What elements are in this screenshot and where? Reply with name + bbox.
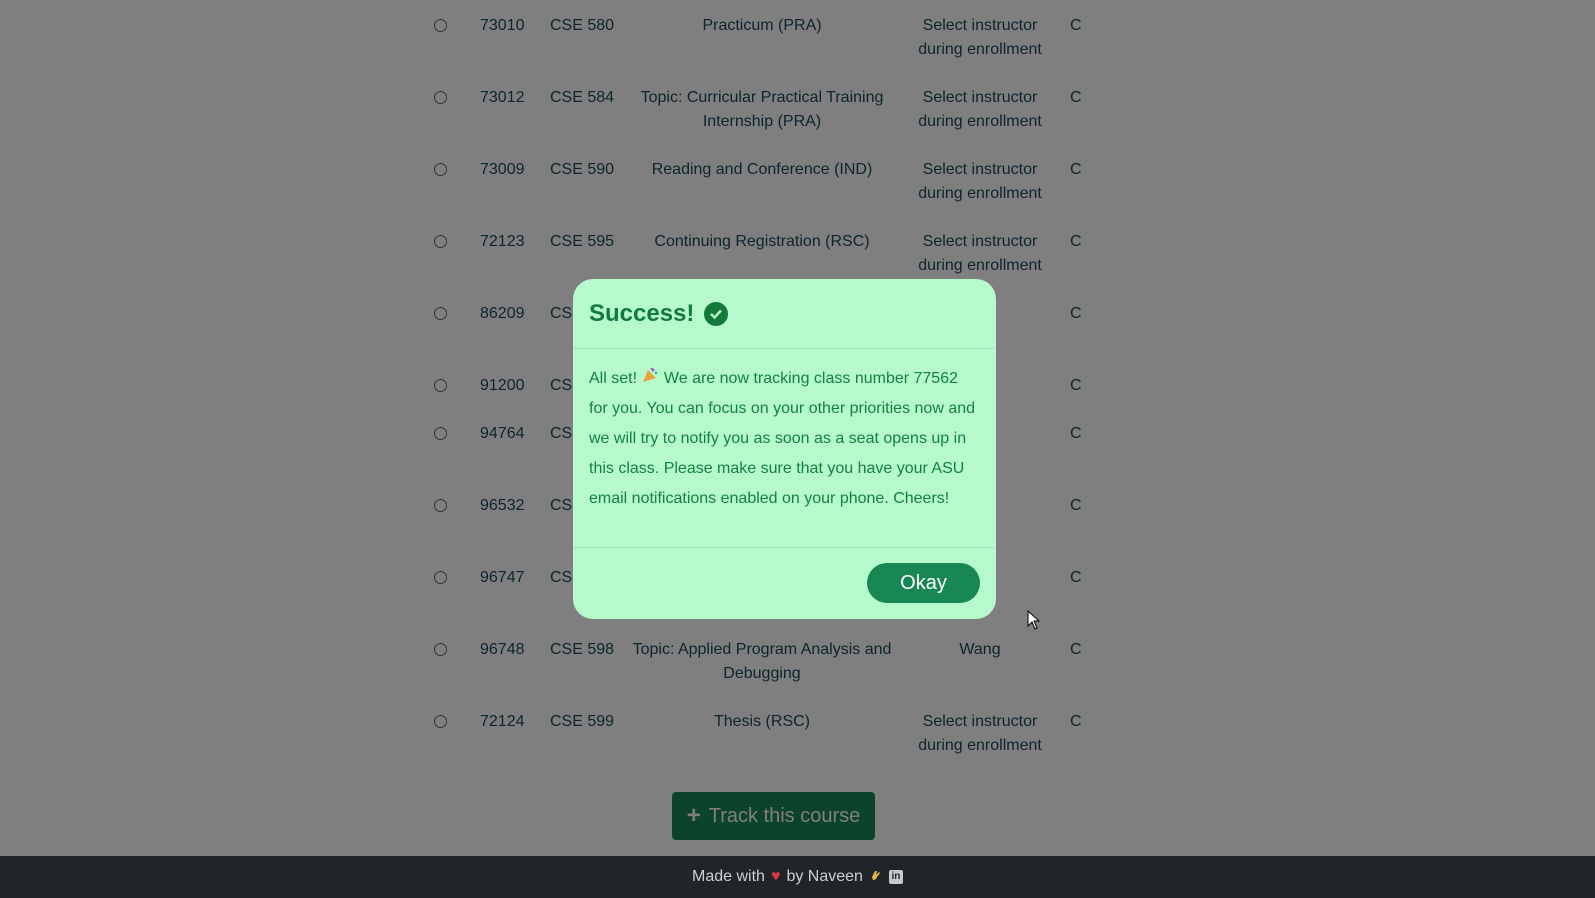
modal-footer: Okay [573,547,996,619]
footer-author: by Naveen [786,868,863,885]
modal-body: All set! We are now tracking class numbe… [589,364,979,514]
party-popper-icon [641,364,659,394]
check-circle-icon [704,301,729,326]
mouse-cursor-icon [1027,610,1041,630]
heart-icon: ♥ [770,868,781,885]
modal-body-prefix: All set! [589,370,638,387]
okay-button[interactable]: Okay [867,563,980,603]
waving-hand-icon [869,868,883,887]
success-modal: Success! All set! We are now tracking cl… [573,279,996,619]
modal-title: Success! [589,299,695,327]
modal-header: Success! [573,279,996,349]
footer-made-with: Made with [692,868,765,885]
footer: Made with ♥ by Naveen in [0,856,1595,898]
linkedin-icon[interactable]: in [888,870,903,884]
